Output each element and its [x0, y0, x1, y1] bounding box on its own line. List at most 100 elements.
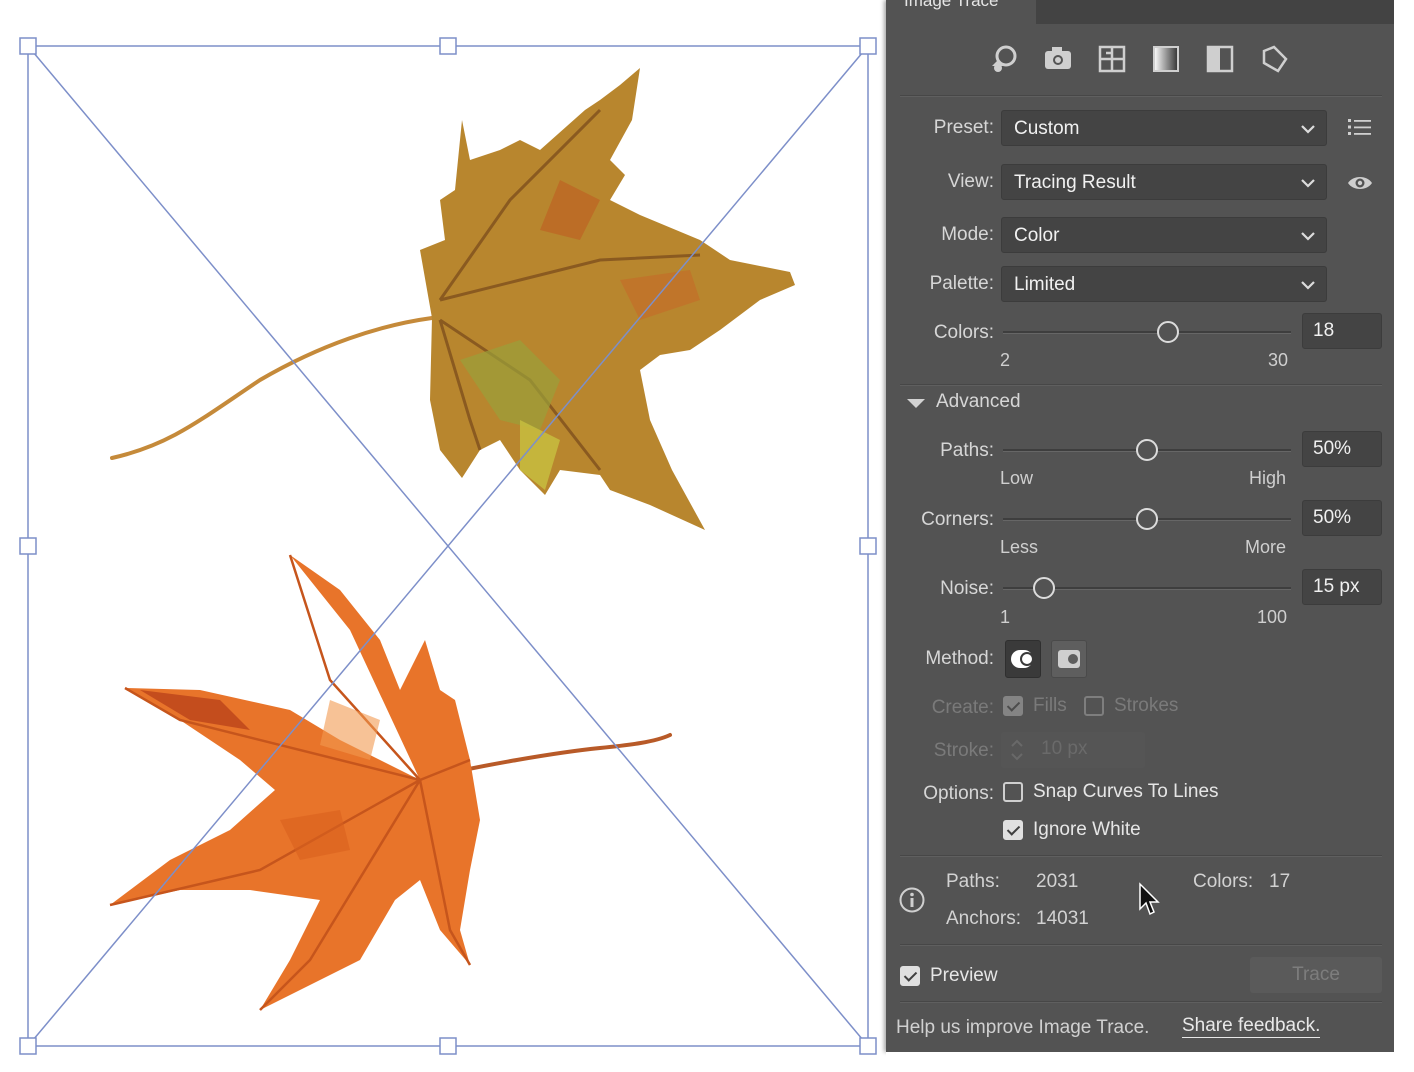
chevron-down-icon	[1301, 281, 1315, 290]
paths-label: Paths:	[940, 440, 994, 461]
noise-label: Noise:	[940, 578, 994, 599]
corners-max-label: More	[1245, 537, 1287, 557]
divider	[900, 944, 1382, 946]
preview-label: Preview	[930, 965, 998, 986]
triangle-down-icon	[907, 399, 925, 408]
stroke-value: 10 px	[1041, 738, 1088, 759]
palette-dropdown[interactable]: Limited	[1001, 266, 1327, 302]
handle-top-center	[439, 37, 457, 55]
info-colors-label: Colors:	[1193, 871, 1254, 892]
noise-field[interactable]: 15 px	[1302, 569, 1382, 605]
handle-bottom-center	[439, 1037, 457, 1055]
noise-max-label: 100	[1257, 607, 1288, 627]
preset-icon-row	[886, 42, 1394, 78]
image-trace-panel: Image Trace Preset: Custom View: Tracing…	[886, 0, 1394, 1052]
snap-curves-checkbox[interactable]	[1003, 782, 1023, 802]
slider-track	[1003, 331, 1291, 334]
background-strip-bottom	[886, 1052, 1394, 1072]
high-fidelity-photo-icon[interactable]	[1042, 42, 1074, 76]
feedback-text: Help us improve Image Trace.	[896, 1017, 1150, 1038]
handle-middle-left	[19, 537, 37, 555]
colors-label: Colors:	[933, 322, 994, 343]
colors-min-label: 2	[1000, 350, 1011, 370]
panel-tab-image-trace[interactable]: Image Trace	[886, 0, 1036, 24]
corners-min-label: Less	[1000, 537, 1039, 557]
noise-min-label: 1	[1000, 607, 1011, 627]
mode-value: Color	[1014, 225, 1060, 246]
ignore-white-label: Ignore White	[1033, 819, 1141, 840]
mouse-cursor-icon	[1138, 882, 1162, 918]
method-abutting-button[interactable]	[1005, 640, 1041, 678]
chevron-down-icon	[1301, 179, 1315, 188]
handle-middle-right	[859, 537, 877, 555]
share-feedback-link[interactable]: Share feedback.	[1182, 1015, 1321, 1038]
info-paths-label: Paths:	[946, 871, 1000, 892]
handle-top-left	[19, 37, 37, 55]
strokes-label: Strokes	[1114, 695, 1179, 716]
slider-thumb[interactable]	[1156, 321, 1179, 343]
handle-top-right	[859, 37, 877, 55]
slider-thumb[interactable]	[1136, 508, 1158, 530]
paths-slider[interactable]	[1003, 438, 1291, 462]
paths-min-label: Low	[1000, 468, 1034, 488]
paths-field[interactable]: 50%	[1302, 431, 1382, 467]
mode-label: Mode:	[941, 224, 994, 245]
divider	[900, 384, 1382, 386]
advanced-label: Advanced	[936, 391, 1021, 412]
divider	[900, 95, 1382, 97]
trace-button[interactable]: Trace	[1250, 957, 1382, 993]
corners-field[interactable]: 50%	[1302, 500, 1382, 536]
background-strip	[1394, 0, 1414, 1072]
auto-color-preset-icon[interactable]	[988, 42, 1020, 76]
create-label: Create:	[931, 697, 994, 718]
preset-dropdown[interactable]: Custom	[1001, 110, 1327, 146]
eye-icon[interactable]	[1346, 172, 1374, 194]
preset-label: Preset:	[933, 117, 994, 138]
palette-label: Palette:	[929, 273, 994, 294]
stroke-field[interactable]: 10 px	[1001, 732, 1145, 768]
manage-presets-icon[interactable]	[1346, 116, 1374, 138]
handle-bottom-right	[859, 1037, 877, 1055]
ignore-white-checkbox[interactable]	[1003, 820, 1023, 840]
view-value: Tracing Result	[1014, 172, 1136, 193]
divider	[900, 1001, 1382, 1003]
corners-slider[interactable]	[1003, 507, 1291, 531]
colors-max-label: 30	[1268, 350, 1289, 370]
mode-dropdown[interactable]: Color	[1001, 217, 1327, 253]
paths-max-label: High	[1249, 468, 1287, 488]
view-dropdown[interactable]: Tracing Result	[1001, 164, 1327, 200]
method-label: Method:	[925, 648, 994, 669]
info-anchors-label: Anchors:	[946, 908, 1021, 929]
noise-slider[interactable]	[1003, 576, 1291, 600]
colors-slider[interactable]	[1003, 320, 1291, 344]
black-and-white-icon[interactable]	[1204, 42, 1236, 76]
panel-tab-bar: Image Trace	[886, 0, 1394, 24]
stepper-icon	[1011, 739, 1023, 761]
palette-value: Limited	[1014, 274, 1076, 295]
snap-curves-label: Snap Curves To Lines	[1033, 781, 1219, 802]
divider	[900, 855, 1382, 857]
preset-value: Custom	[1014, 118, 1080, 139]
info-paths-value: 2031	[1036, 871, 1079, 892]
slider-thumb[interactable]	[1136, 439, 1158, 461]
view-label: View:	[947, 171, 994, 192]
slider-thumb[interactable]	[1032, 577, 1055, 599]
artboard-canvas[interactable]	[0, 0, 886, 1072]
corners-label: Corners:	[921, 509, 994, 530]
info-icon	[898, 886, 926, 914]
stroke-label: Stroke:	[933, 740, 994, 761]
grayscale-icon[interactable]	[1150, 42, 1182, 76]
method-overlapping-button[interactable]	[1051, 640, 1087, 678]
golden-maple-leaf[interactable]	[110, 68, 795, 530]
options-label: Options:	[923, 783, 994, 804]
info-anchors-value: 14031	[1036, 908, 1089, 929]
orange-maple-leaf[interactable]	[109, 554, 672, 1011]
fills-checkbox[interactable]	[1003, 696, 1023, 716]
strokes-checkbox[interactable]	[1084, 696, 1104, 716]
chevron-down-icon	[1301, 125, 1315, 134]
colors-field[interactable]: 18	[1302, 313, 1382, 349]
preview-checkbox[interactable]	[900, 966, 920, 986]
low-fidelity-photo-icon[interactable]	[1096, 42, 1128, 76]
fills-label: Fills	[1033, 695, 1067, 716]
outline-icon[interactable]	[1258, 42, 1290, 76]
